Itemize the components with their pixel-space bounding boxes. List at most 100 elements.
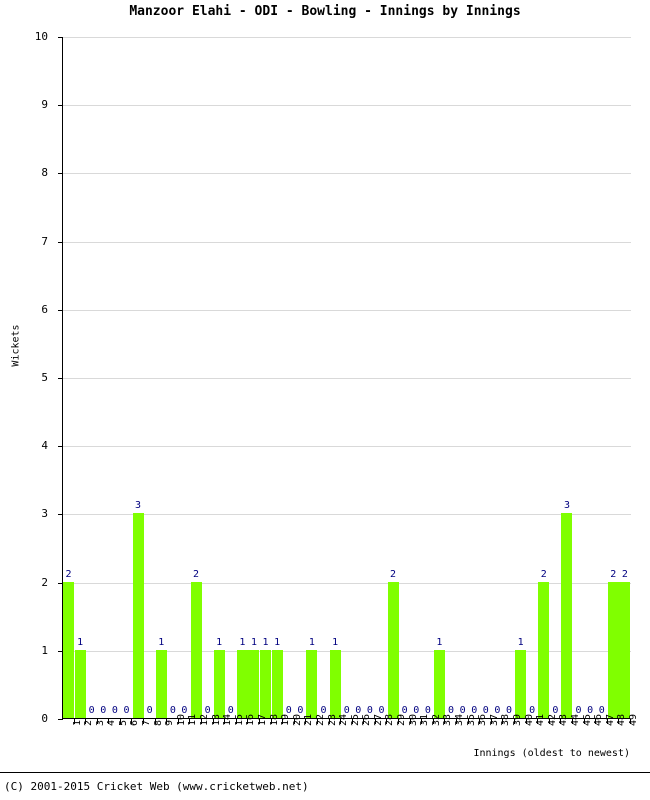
bar-value-label: 1 (308, 636, 315, 648)
x-axis-tick-label: 26 (361, 713, 373, 726)
x-axis-tick-label: 23 (326, 713, 338, 726)
bar-value-label: 1 (158, 636, 165, 648)
x-axis-tick-label: 12 (199, 713, 211, 726)
chart-title: Manzoor Elahi - ODI - Bowling - Innings … (129, 4, 521, 19)
bar-value-label: 1 (332, 636, 339, 648)
bar (190, 581, 202, 718)
y-axis-title: Wickets (10, 324, 22, 367)
bar (63, 581, 74, 718)
y-axis-tick (58, 241, 63, 243)
x-axis-tick-label: 47 (604, 713, 616, 726)
y-axis-tick-label: 1 (41, 643, 48, 657)
x-axis-tick-label: 13 (210, 713, 222, 726)
bar (132, 513, 144, 718)
gridline (63, 173, 631, 175)
footer-divider (0, 772, 650, 773)
x-axis-tick-label: 10 (175, 713, 187, 726)
bar-value-label: 2 (65, 568, 72, 580)
x-axis-tick-label: 42 (546, 713, 558, 726)
bar-value-label: 2 (621, 568, 628, 580)
bar-value-label: 1 (216, 636, 223, 648)
x-axis-tick-label: 18 (268, 713, 280, 726)
x-axis-tick-label: 3 (94, 719, 106, 726)
x-axis-tick-label: 38 (500, 713, 512, 726)
bar-value-label: 1 (517, 636, 524, 648)
x-axis-tick-label: 4 (106, 719, 118, 726)
x-axis-tick-label: 46 (593, 713, 605, 726)
x-axis-tick-label: 11 (187, 713, 199, 726)
x-axis-tick-label: 21 (303, 713, 315, 726)
x-axis-tick-label: 43 (558, 713, 570, 726)
bar (260, 649, 272, 718)
bar-value-label: 2 (390, 568, 397, 580)
bar (619, 581, 631, 718)
x-axis-tick-label: 37 (488, 713, 500, 726)
y-axis-tick-label: 2 (41, 575, 48, 589)
bar-value-label: 0 (146, 705, 153, 716)
plot-area: 2100003010020101111001010000200010000001… (58, 37, 631, 720)
x-axis-tick-label: 9 (164, 719, 176, 726)
bar (607, 581, 619, 718)
x-axis-tick-label: 34 (454, 713, 466, 726)
x-axis-tick-label: 40 (523, 713, 535, 726)
x-axis-tick-label: 39 (511, 713, 523, 726)
bar-value-label: 1 (436, 636, 443, 648)
x-axis-tick-label: 41 (535, 713, 547, 726)
bar-value-label: 2 (193, 568, 200, 580)
x-axis-tick-label: 14 (222, 713, 234, 726)
y-axis-tick-label: 6 (41, 302, 48, 316)
x-axis-tick-label: 33 (442, 713, 454, 726)
x-axis-tick-label: 5 (117, 719, 129, 726)
x-axis-tick-label: 22 (314, 713, 326, 726)
bar (538, 581, 550, 718)
x-axis-tick-label: 48 (616, 713, 628, 726)
bar-value-label: 2 (540, 568, 547, 580)
x-axis-tick-label: 25 (349, 713, 361, 726)
x-axis-title: Innings (oldest to newest) (473, 748, 630, 759)
x-axis-tick-label: 1 (71, 719, 83, 726)
y-axis-tick (58, 173, 63, 175)
x-axis-tick-label: 29 (396, 713, 408, 726)
x-axis-tick-label: 17 (256, 713, 268, 726)
x-axis-tick-label: 8 (152, 719, 164, 726)
x-axis-tick-label: 6 (129, 719, 141, 726)
footer-copyright: (C) 2001-2015 Cricket Web (www.cricketwe… (4, 780, 309, 793)
y-axis-tick (58, 514, 63, 516)
x-axis-tick-label: 24 (338, 713, 350, 726)
x-axis-tick-label: 32 (430, 713, 442, 726)
y-axis-tick (58, 37, 63, 38)
bar (387, 581, 399, 718)
y-axis-tick-label: 0 (41, 712, 48, 725)
y-axis-tick-label: 10 (34, 30, 48, 43)
x-axis-tick-label: 7 (141, 719, 153, 726)
bar-value-label: 3 (135, 500, 142, 512)
y-axis-labels: 0 1 2 3 4 5 6 7 8 9 10 (0, 0, 62, 725)
gridline (63, 446, 631, 448)
y-axis-tick (58, 378, 63, 379)
bar (561, 513, 573, 718)
x-axis-tick-label: 28 (384, 713, 396, 726)
x-axis-tick-label: 2 (83, 719, 95, 726)
gridline (63, 37, 631, 38)
gridline (63, 105, 631, 107)
bar-value-label: 3 (563, 500, 570, 512)
y-axis-tick-label: 9 (41, 98, 48, 112)
y-axis-tick-label: 8 (41, 166, 48, 180)
gridline (63, 378, 631, 379)
y-axis-tick-label: 7 (41, 234, 48, 248)
x-axis-tick-label: 49 (627, 713, 639, 726)
y-axis-tick-label: 3 (41, 507, 48, 521)
x-axis-tick-label: 15 (233, 713, 245, 726)
x-axis-tick-label: 19 (280, 713, 292, 726)
y-axis-tick-label: 5 (41, 371, 48, 384)
x-axis-tick-label: 44 (569, 713, 581, 726)
y-axis-tick-label: 4 (41, 439, 48, 453)
x-axis-tick-label: 27 (372, 713, 384, 726)
bar-value-label: 1 (77, 636, 84, 648)
x-axis-tick-label: 45 (581, 713, 593, 726)
gridline (63, 309, 631, 311)
bar-value-label: 0 (123, 705, 130, 716)
x-axis-tick-label: 20 (291, 713, 303, 726)
y-axis-tick (58, 309, 63, 311)
gridline (63, 514, 631, 516)
